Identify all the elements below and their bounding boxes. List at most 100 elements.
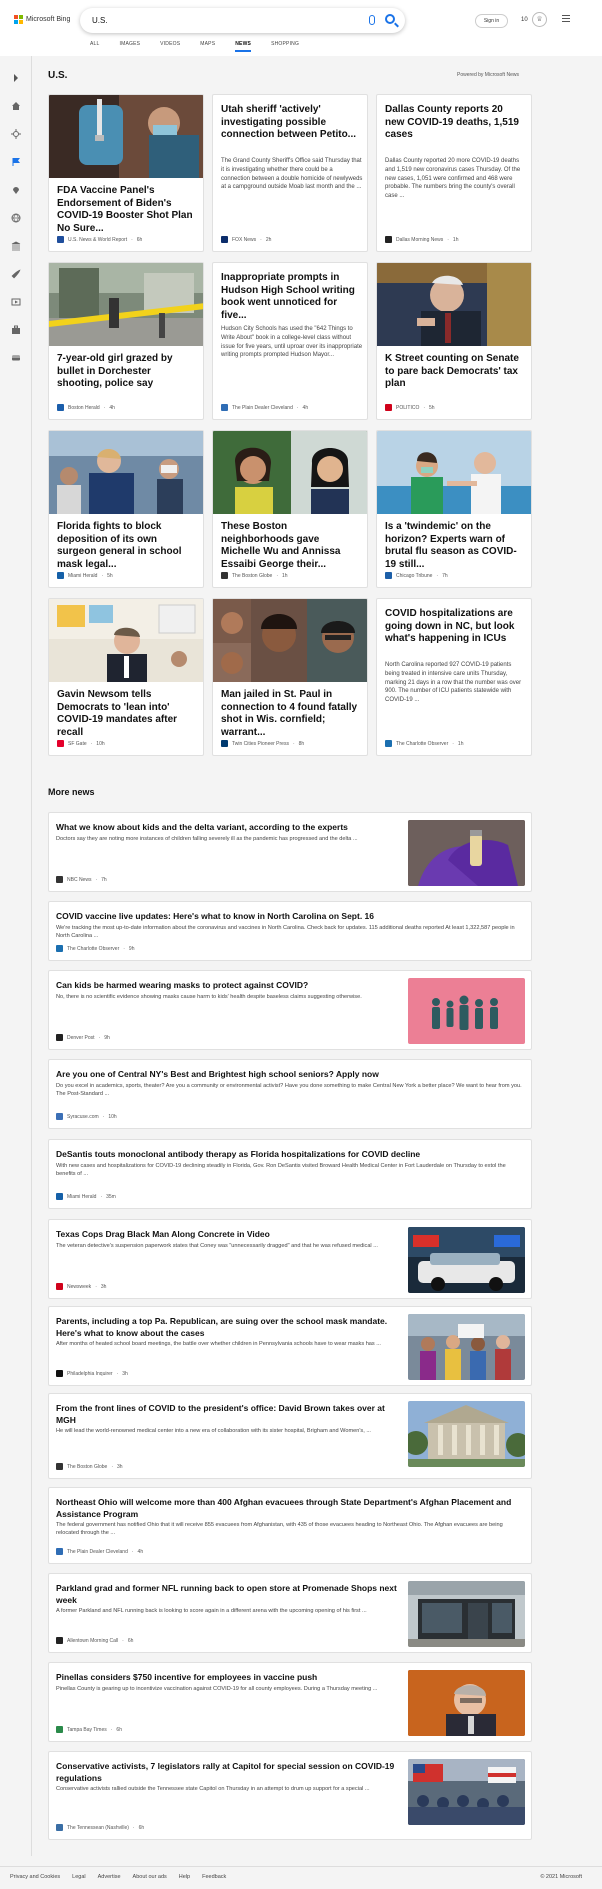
news-card-title[interactable]: COVID hospitalizations are going down in…: [385, 608, 525, 646]
news-card[interactable]: Utah sheriff 'actively' investigating po…: [212, 94, 368, 252]
more-news-title[interactable]: From the front lines of COVID to the pre…: [56, 1403, 398, 1426]
tab-images[interactable]: IMAGES: [120, 41, 141, 52]
news-card[interactable]: 7-year-old girl grazed by bullet in Dorc…: [48, 262, 204, 420]
more-news-source[interactable]: The Plain Dealer Cleveland · 4h: [56, 1548, 143, 1555]
news-card-source[interactable]: FOX News · 2h: [221, 236, 271, 243]
location-pin-icon[interactable]: [11, 182, 21, 194]
more-news-item[interactable]: Parkland grad and former NFL running bac…: [48, 1573, 532, 1653]
news-card[interactable]: K Street counting on Senate to pare back…: [376, 262, 532, 420]
footer-link-advertise[interactable]: Advertise: [98, 1874, 121, 1880]
more-news-title[interactable]: Are you one of Central NY's Best and Bri…: [56, 1069, 524, 1081]
news-card-title[interactable]: Florida fights to block deposition of it…: [57, 521, 197, 571]
more-news-title[interactable]: Parents, including a top Pa. Republican,…: [56, 1316, 398, 1339]
footer-link-about-ads[interactable]: About our ads: [133, 1874, 167, 1880]
search-box[interactable]: U.S.: [80, 8, 405, 33]
news-card-source[interactable]: SF Gate · 10h: [57, 740, 105, 747]
money-icon[interactable]: [11, 350, 21, 361]
more-news-image[interactable]: [408, 820, 525, 886]
news-card[interactable]: Florida fights to block deposition of it…: [48, 430, 204, 588]
news-card-source[interactable]: U.S. News & World Report · 6h: [57, 236, 142, 243]
news-card-source[interactable]: The Plain Dealer Cleveland · 4h: [221, 404, 308, 411]
news-card[interactable]: Dallas County reports 20 new COVID-19 de…: [376, 94, 532, 252]
news-card[interactable]: Inappropriate prompts in Hudson High Sch…: [212, 262, 368, 420]
news-card-image[interactable]: [49, 599, 203, 682]
news-card[interactable]: Man jailed in St. Paul in connection to …: [212, 598, 368, 756]
more-news-item[interactable]: Parents, including a top Pa. Republican,…: [48, 1306, 532, 1386]
menu-icon[interactable]: [562, 15, 570, 24]
more-news-item[interactable]: COVID vaccine live updates: Here's what …: [48, 901, 532, 961]
news-card-image[interactable]: [49, 95, 203, 178]
more-news-source[interactable]: NBC News · 7h: [56, 876, 107, 883]
business-icon[interactable]: [11, 322, 21, 334]
more-news-title[interactable]: Northeast Ohio will welcome more than 40…: [56, 1497, 524, 1520]
news-card-title[interactable]: K Street counting on Senate to pare back…: [385, 353, 525, 391]
more-news-title[interactable]: Parkland grad and former NFL running bac…: [56, 1583, 398, 1606]
tab-shopping[interactable]: SHOPPING: [271, 41, 299, 52]
science-rocket-icon[interactable]: [11, 266, 21, 279]
tab-news[interactable]: NEWS: [235, 41, 252, 52]
coronavirus-icon[interactable]: [11, 126, 21, 139]
more-news-title[interactable]: Conservative activists, 7 legislators ra…: [56, 1761, 398, 1784]
more-news-source[interactable]: The Charlotte Observer · 9h: [56, 945, 134, 952]
more-news-source[interactable]: The Tennessean (Nashville) · 6h: [56, 1824, 144, 1831]
entertainment-icon[interactable]: [11, 294, 21, 306]
news-card-title[interactable]: Inappropriate prompts in Hudson High Sch…: [221, 272, 361, 322]
more-news-source[interactable]: Allentown Morning Call · 6h: [56, 1637, 133, 1644]
more-news-source[interactable]: Philadelphia Inquirer · 3h: [56, 1370, 128, 1377]
more-news-image[interactable]: [408, 1314, 525, 1380]
more-news-image[interactable]: [408, 1759, 525, 1825]
tab-maps[interactable]: MAPS: [200, 41, 215, 52]
news-card-source[interactable]: The Charlotte Observer · 1h: [385, 740, 463, 747]
politics-icon[interactable]: [11, 238, 21, 251]
more-news-title[interactable]: Pinellas considers $750 incentive for em…: [56, 1672, 398, 1684]
more-news-title[interactable]: Can kids be harmed wearing masks to prot…: [56, 980, 398, 992]
news-card-source[interactable]: Chicago Tribune · 7h: [385, 572, 448, 579]
more-news-item[interactable]: Conservative activists, 7 legislators ra…: [48, 1751, 532, 1840]
sign-in-button[interactable]: Sign in: [475, 14, 508, 28]
more-news-image[interactable]: [408, 1227, 525, 1293]
news-card[interactable]: Gavin Newsom tells Democrats to 'lean in…: [48, 598, 204, 756]
rewards-points[interactable]: 10: [521, 17, 528, 23]
news-card-source[interactable]: Twin Cities Pioneer Press · 8h: [221, 740, 304, 747]
more-news-title[interactable]: COVID vaccine live updates: Here's what …: [56, 911, 524, 923]
news-card-source[interactable]: Miami Herald · 5h: [57, 572, 113, 579]
bing-logo[interactable]: Microsoft Bing: [14, 15, 70, 24]
news-card-title[interactable]: These Boston neighborhoods gave Michelle…: [221, 521, 361, 571]
search-icon[interactable]: [385, 14, 395, 24]
rewards-trophy-icon[interactable]: ♕: [532, 12, 547, 27]
microphone-icon[interactable]: [369, 15, 375, 25]
news-card-source[interactable]: Boston Herald · 4h: [57, 404, 115, 411]
tab-videos[interactable]: VIDEOS: [160, 41, 180, 52]
news-card-image[interactable]: [213, 599, 367, 682]
more-news-source[interactable]: Syracuse.com · 10h: [56, 1113, 117, 1120]
more-news-title[interactable]: Texas Cops Drag Black Man Along Concrete…: [56, 1229, 398, 1241]
news-card-image[interactable]: [377, 263, 531, 346]
news-card-title[interactable]: Utah sheriff 'actively' investigating po…: [221, 104, 361, 142]
more-news-item[interactable]: Are you one of Central NY's Best and Bri…: [48, 1059, 532, 1129]
more-news-item[interactable]: What we know about kids and the delta va…: [48, 812, 532, 892]
more-news-item[interactable]: Can kids be harmed wearing masks to prot…: [48, 970, 532, 1050]
more-news-source[interactable]: Denver Post · 9h: [56, 1034, 110, 1041]
news-card-title[interactable]: FDA Vaccine Panel's Endorsement of Biden…: [57, 185, 197, 235]
footer-link-help[interactable]: Help: [179, 1874, 190, 1880]
more-news-source[interactable]: Miami Herald · 35m: [56, 1193, 116, 1200]
footer-link-feedback[interactable]: Feedback: [202, 1874, 226, 1880]
search-input[interactable]: U.S.: [92, 16, 108, 25]
powered-by-label[interactable]: Powered by Microsoft News: [457, 72, 519, 78]
more-news-image[interactable]: [408, 1670, 525, 1736]
more-news-item[interactable]: DeSantis touts monoclonal antibody thera…: [48, 1139, 532, 1209]
tab-all[interactable]: ALL: [90, 41, 100, 52]
news-card-image[interactable]: [49, 431, 203, 514]
more-news-item[interactable]: Texas Cops Drag Black Man Along Concrete…: [48, 1219, 532, 1299]
news-card-source[interactable]: Dallas Morning News · 1h: [385, 236, 458, 243]
news-card-source[interactable]: The Boston Globe · 1h: [221, 572, 288, 579]
more-news-item[interactable]: Pinellas considers $750 incentive for em…: [48, 1662, 532, 1742]
news-card-image[interactable]: [213, 431, 367, 514]
news-card-source[interactable]: POLITICO · 5h: [385, 404, 435, 411]
news-card[interactable]: COVID hospitalizations are going down in…: [376, 598, 532, 756]
more-news-item[interactable]: From the front lines of COVID to the pre…: [48, 1393, 532, 1479]
footer-link-legal[interactable]: Legal: [72, 1874, 85, 1880]
news-card[interactable]: FDA Vaccine Panel's Endorsement of Biden…: [48, 94, 204, 252]
news-card-title[interactable]: Gavin Newsom tells Democrats to 'lean in…: [57, 689, 197, 739]
home-icon[interactable]: [11, 98, 21, 110]
